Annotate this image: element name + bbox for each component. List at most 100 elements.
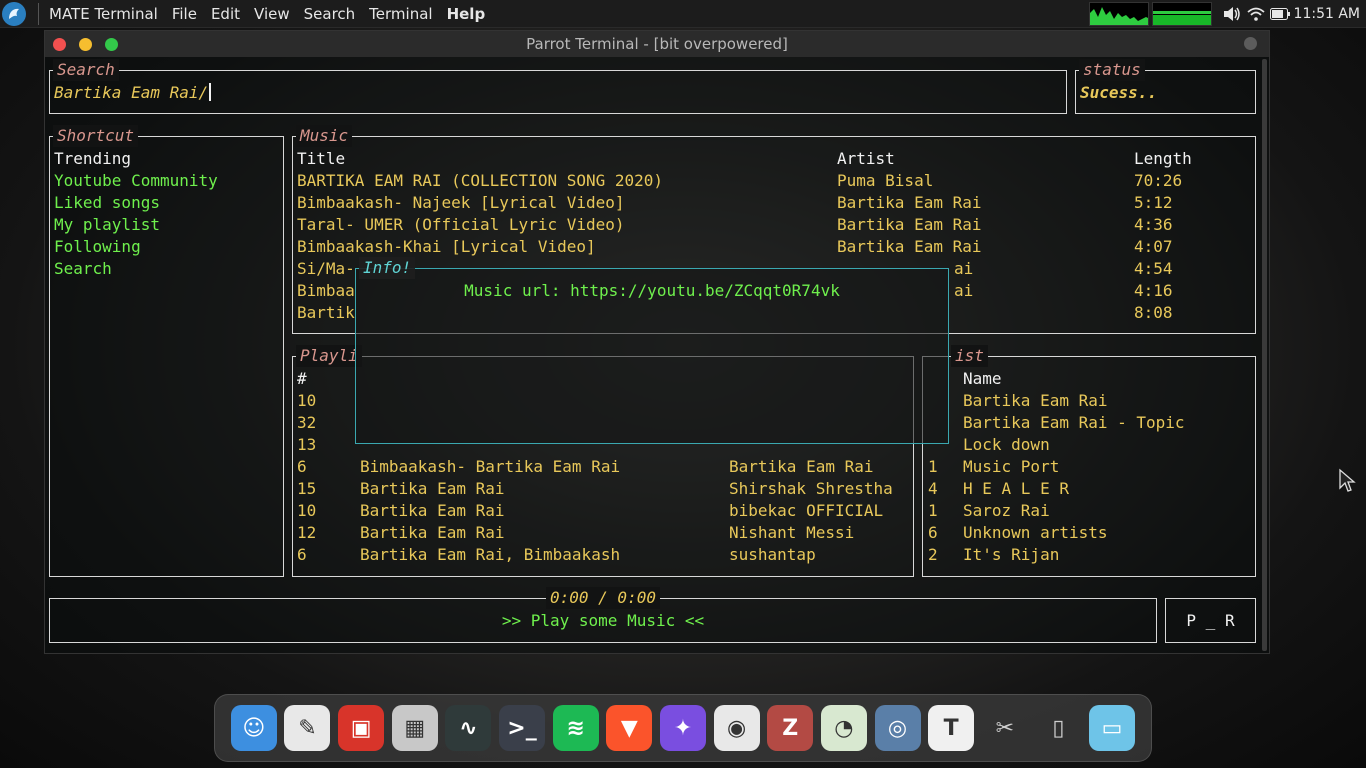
network-monitor-graph[interactable] bbox=[1151, 2, 1212, 26]
clock[interactable]: 11:51 AM bbox=[1294, 6, 1360, 22]
calculator-icon[interactable]: ▦ bbox=[391, 705, 438, 751]
shortcut-panel: Shortcut Trending Youtube Community Like… bbox=[49, 125, 284, 577]
system-tray: 11:51 AM bbox=[1088, 0, 1366, 28]
shortcut-item-following[interactable]: Following bbox=[54, 236, 141, 258]
compass-icon[interactable]: ✦ bbox=[659, 705, 706, 751]
menu-view[interactable]: View bbox=[254, 5, 290, 23]
player-controls[interactable]: P _ R bbox=[1166, 610, 1255, 632]
shortcut-item-youtube-community[interactable]: Youtube Community bbox=[54, 170, 218, 192]
music-header-row: Title Artist Length bbox=[293, 148, 1255, 170]
playlist-name: Bartika Eam Rai bbox=[360, 523, 505, 542]
chrome-icon[interactable]: ◉ bbox=[713, 705, 760, 751]
artist-count: 1 bbox=[928, 501, 938, 520]
playlist-count: 10 bbox=[297, 391, 317, 410]
wifi-icon[interactable] bbox=[1246, 4, 1266, 24]
shortcut-item-my-playlist[interactable]: My playlist bbox=[54, 214, 160, 236]
table-row[interactable]: 1 Saroz Rai bbox=[923, 500, 1255, 522]
disk-icon[interactable]: ◔ bbox=[820, 705, 867, 751]
menu-file[interactable]: File bbox=[172, 5, 197, 23]
menu-edit[interactable]: Edit bbox=[211, 5, 240, 23]
window-titlebar[interactable]: Parrot Terminal - [bit overpowered] bbox=[45, 31, 1269, 57]
table-row[interactable]: 4 H E A L E R bbox=[923, 478, 1255, 500]
spotify-icon[interactable]: ≋ bbox=[552, 705, 599, 751]
search-panel: Search Bartika Eam Rai/ bbox=[49, 59, 1067, 114]
music-url-text[interactable]: Music url: https://youtu.be/ZCqqt0R74vk bbox=[356, 280, 948, 302]
text-editor-icon[interactable]: ✎ bbox=[284, 705, 331, 751]
terminal-scrollbar[interactable] bbox=[1262, 59, 1267, 651]
disk-icon-glyph: ◔ bbox=[834, 715, 854, 741]
playlist-name: Bartika Eam Rai bbox=[360, 501, 505, 520]
app-name[interactable]: MATE Terminal bbox=[49, 5, 158, 23]
trash-icon[interactable]: ▯ bbox=[1035, 705, 1081, 751]
artist-count: 6 bbox=[928, 523, 938, 542]
screenshot-icon-glyph: ◎ bbox=[887, 715, 908, 741]
terminal-icon[interactable]: >_ bbox=[499, 705, 546, 751]
table-row[interactable]: 6 Bimbaakash- Bartika Eam Rai Bartika Ea… bbox=[293, 456, 913, 478]
menu-terminal[interactable]: Terminal bbox=[369, 5, 432, 23]
artist-name: H E A L E R bbox=[963, 479, 1069, 498]
status-value: Sucess.. bbox=[1080, 83, 1158, 102]
compass-icon-glyph: ✦ bbox=[673, 715, 693, 741]
shortcut-item-search[interactable]: Search bbox=[54, 258, 112, 280]
playlist-header-num: # bbox=[297, 369, 307, 388]
scissors-icon-glyph: ✂ bbox=[995, 715, 1014, 741]
music-artist: Bartika Eam Rai bbox=[837, 215, 982, 234]
table-row[interactable]: Bartika Eam Rai - Topic bbox=[923, 412, 1255, 434]
music-title: Taral- UMER (Official Lyric Video) bbox=[297, 215, 625, 234]
status-panel-title: status bbox=[1079, 59, 1145, 81]
parrot-menu-icon[interactable] bbox=[2, 1, 26, 26]
cpu-monitor-graph[interactable] bbox=[1088, 2, 1149, 26]
shortcut-item-trending[interactable]: Trending bbox=[54, 148, 131, 170]
music-title: Bartik bbox=[297, 303, 355, 322]
search-input[interactable]: Bartika Eam Rai/ bbox=[54, 82, 212, 104]
artist-panel: ist Name Bartika Eam Rai Bartika Eam Rai… bbox=[922, 345, 1256, 577]
table-row[interactable]: 12 Bartika Eam Rai Nishant Messi bbox=[293, 522, 913, 544]
menu-help[interactable]: Help bbox=[447, 5, 486, 23]
table-row[interactable]: Lock down bbox=[923, 434, 1255, 456]
finder-icon[interactable]: ☺ bbox=[230, 705, 277, 751]
menu-search[interactable]: Search bbox=[304, 5, 356, 23]
controls-panel: P _ R bbox=[1165, 598, 1256, 643]
shortcut-item-liked-songs[interactable]: Liked songs bbox=[54, 192, 160, 214]
table-row[interactable]: 6 Bartika Eam Rai, Bimbaakash sushantap bbox=[293, 544, 913, 566]
playlist-name: Bartika Eam Rai bbox=[360, 479, 505, 498]
table-row[interactable]: Bimbaakash- Najeek [Lyrical Video] Barti… bbox=[293, 192, 1255, 214]
artist-name: Bartika Eam Rai bbox=[963, 391, 1108, 410]
music-artist: Puma Bisal bbox=[837, 171, 934, 190]
text-cursor bbox=[209, 83, 212, 101]
scissors-icon[interactable]: ✂ bbox=[982, 705, 1028, 751]
font-viewer-icon[interactable]: T bbox=[928, 705, 975, 751]
music-title: BARTIKA EAM RAI (COLLECTION SONG 2020) bbox=[297, 171, 664, 190]
playlist-count: 13 bbox=[297, 435, 317, 454]
music-artist: ai bbox=[954, 259, 974, 278]
files-icon[interactable]: ▭ bbox=[1089, 705, 1136, 751]
window-menu-button[interactable] bbox=[1244, 37, 1257, 50]
table-row[interactable]: 2 It's Rijan bbox=[923, 544, 1255, 566]
table-row[interactable]: 10 Bartika Eam Rai bibekac OFFICIAL bbox=[293, 500, 913, 522]
table-row[interactable]: Bartika Eam Rai bbox=[923, 390, 1255, 412]
playlist-name: Bartika Eam Rai, Bimbaakash bbox=[360, 545, 621, 564]
battery-icon[interactable] bbox=[1269, 4, 1290, 24]
music-artist: ai bbox=[954, 281, 974, 300]
top-panel: MATE Terminal File Edit View Search Term… bbox=[0, 0, 1366, 28]
table-row[interactable]: 15 Bartika Eam Rai Shirshak Shrestha bbox=[293, 478, 913, 500]
table-row[interactable]: BARTIKA EAM RAI (COLLECTION SONG 2020) P… bbox=[293, 170, 1255, 192]
zotero-icon[interactable]: Z bbox=[767, 705, 814, 751]
photo-viewer-icon[interactable]: ▣ bbox=[338, 705, 385, 751]
music-header-length: Length bbox=[1134, 149, 1192, 168]
player-panel: 0:00 / 0:00 >> Play some Music << bbox=[49, 587, 1157, 643]
volume-icon[interactable] bbox=[1222, 4, 1242, 24]
playback-time: 0:00 / 0:00 bbox=[546, 587, 660, 609]
table-row[interactable]: Bimbaakash-Khai [Lyrical Video] Bartika … bbox=[293, 236, 1255, 258]
table-row[interactable]: 1 Music Port bbox=[923, 456, 1255, 478]
table-row[interactable]: Taral- UMER (Official Lyric Video) Barti… bbox=[293, 214, 1255, 236]
music-header-title: Title bbox=[297, 149, 346, 168]
trash-icon-glyph: ▯ bbox=[1052, 715, 1065, 741]
screenshot-icon[interactable]: ◎ bbox=[874, 705, 921, 751]
playlist-name: Bimbaakash- Bartika Eam Rai bbox=[360, 457, 621, 476]
playlist-author: bibekac OFFICIAL bbox=[729, 501, 884, 520]
brave-icon[interactable]: ▼ bbox=[606, 705, 653, 751]
window-title: Parrot Terminal - [bit overpowered] bbox=[526, 35, 788, 53]
table-row[interactable]: 6 Unknown artists bbox=[923, 522, 1255, 544]
system-monitor-icon[interactable]: ∿ bbox=[445, 705, 492, 751]
